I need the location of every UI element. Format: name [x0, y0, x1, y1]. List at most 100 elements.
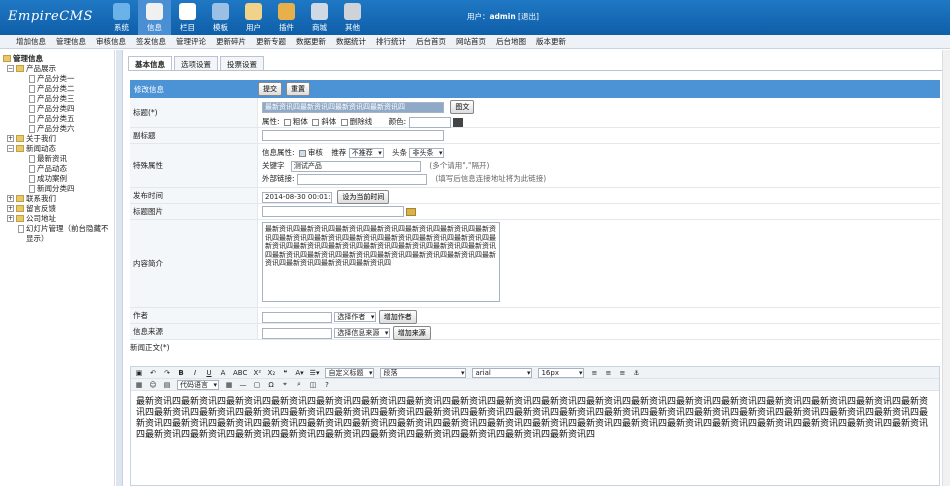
- topnav-7[interactable]: 其他: [336, 0, 369, 35]
- menu-item[interactable]: 增加信息: [16, 36, 46, 47]
- author-select[interactable]: 选择作者: [334, 312, 377, 322]
- menu-item[interactable]: 数据更新: [296, 36, 326, 47]
- tree-node[interactable]: 新闻分类四: [3, 184, 111, 194]
- topnav-5[interactable]: 插件: [270, 0, 303, 35]
- audit-checkbox[interactable]: [298, 149, 306, 157]
- italic-checkbox[interactable]: [312, 118, 320, 126]
- keywords-input[interactable]: 测试产品: [290, 160, 421, 172]
- strike-checkbox[interactable]: [340, 118, 348, 126]
- picture-text-button[interactable]: 图文: [450, 100, 475, 114]
- tab-options[interactable]: 选项设置: [174, 56, 218, 70]
- undo-icon[interactable]: ↶: [149, 369, 157, 377]
- reset-button[interactable]: 重置: [286, 82, 310, 96]
- tree-node[interactable]: − 新闻动态: [3, 144, 111, 154]
- align-center-icon[interactable]: ≡: [604, 369, 612, 377]
- topnav-4[interactable]: 用户: [237, 0, 270, 35]
- tab-vote[interactable]: 投票设置: [220, 56, 264, 70]
- tree-node[interactable]: 产品分类一: [3, 74, 111, 84]
- tree-node[interactable]: + 联系我们: [3, 194, 111, 204]
- menu-item[interactable]: 更新专题: [256, 36, 286, 47]
- topnav-0[interactable]: 系统: [105, 0, 138, 35]
- menu-item[interactable]: 审核信息: [96, 36, 126, 47]
- tree-node[interactable]: 产品动态: [3, 164, 111, 174]
- paragraph-select[interactable]: 段落: [380, 367, 467, 378]
- expand-icon[interactable]: +: [7, 195, 14, 202]
- tree-node[interactable]: 幻灯片管理（前台隐藏不显示）: [3, 224, 111, 244]
- menu-item[interactable]: 后台地图: [496, 36, 526, 47]
- table-icon[interactable]: ▦: [225, 381, 233, 389]
- align-left-icon[interactable]: ≡: [590, 369, 598, 377]
- subscript-icon[interactable]: X₂: [267, 369, 276, 377]
- set-now-button[interactable]: 设为当前时间: [337, 190, 390, 204]
- expand-icon[interactable]: −: [7, 65, 14, 72]
- image-icon[interactable]: ▦: [135, 381, 143, 389]
- menu-item[interactable]: 后台首页: [416, 36, 446, 47]
- add-author-button[interactable]: 增加作者: [378, 310, 417, 324]
- expand-icon[interactable]: +: [7, 135, 14, 142]
- topnav-2[interactable]: 栏目: [171, 0, 204, 35]
- logout-link[interactable]: [退出]: [518, 12, 539, 21]
- tree-node[interactable]: 产品分类四: [3, 104, 111, 114]
- expand-icon[interactable]: +: [7, 215, 14, 222]
- preview-icon[interactable]: ◫: [309, 381, 317, 389]
- topnav-6[interactable]: 商城: [303, 0, 336, 35]
- topnav-1[interactable]: 信息: [138, 0, 171, 35]
- menu-item[interactable]: 排行统计: [376, 36, 406, 47]
- menu-item[interactable]: 网站首页: [456, 36, 486, 47]
- tree-node[interactable]: 产品分类三: [3, 94, 111, 104]
- size-select[interactable]: 16px: [538, 367, 585, 378]
- italic-icon[interactable]: I: [191, 369, 199, 377]
- quote-icon[interactable]: ❝: [281, 369, 289, 377]
- code-select[interactable]: 代码语言: [177, 379, 219, 390]
- page-scrollbar[interactable]: [942, 50, 950, 486]
- tree-node[interactable]: 产品分类六: [3, 124, 111, 134]
- tree-node[interactable]: − 产品展示: [3, 64, 111, 74]
- topnav-3[interactable]: 模板: [204, 0, 237, 35]
- search-icon[interactable]: ⌕: [295, 380, 303, 389]
- tree-node[interactable]: + 关于我们: [3, 134, 111, 144]
- link-input[interactable]: [296, 173, 427, 185]
- tree-node[interactable]: 最新资讯: [3, 154, 111, 164]
- menu-item[interactable]: 版本更新: [536, 36, 566, 47]
- recommend-select[interactable]: 不推荐: [348, 148, 384, 158]
- date-icon[interactable]: ▢: [253, 381, 261, 389]
- author-input[interactable]: [262, 311, 332, 323]
- time-input[interactable]: 2014-08-30 00:01:22: [262, 191, 332, 203]
- hr-icon[interactable]: —: [239, 381, 247, 389]
- tab-basic[interactable]: 基本信息: [128, 56, 172, 70]
- add-source-button[interactable]: 增加来源: [392, 326, 431, 340]
- font-select[interactable]: arial: [472, 367, 533, 378]
- subtitle-input[interactable]: [262, 130, 444, 141]
- color-input[interactable]: [408, 116, 451, 128]
- tree-node[interactable]: + 留言反馈: [3, 204, 111, 214]
- map-icon[interactable]: ⌖: [281, 380, 289, 389]
- menu-item[interactable]: 管理信息: [56, 36, 86, 47]
- source-select[interactable]: 选择信息来源: [334, 328, 391, 338]
- special-char-icon[interactable]: Ω: [267, 381, 275, 389]
- source-input[interactable]: [262, 327, 332, 339]
- list-icon[interactable]: ☰▾: [310, 369, 320, 377]
- headline-select[interactable]: 非头条: [409, 148, 445, 158]
- format-select[interactable]: 自定义标题: [325, 367, 375, 378]
- editor-content[interactable]: 最新资讯四最新资讯四最新资讯四最新资讯四最新资讯四最新资讯四最新资讯四最新资讯四…: [131, 391, 939, 447]
- border-icon[interactable]: A: [219, 369, 227, 377]
- font-color-icon[interactable]: A▾: [295, 369, 303, 377]
- submit-button[interactable]: 提交: [258, 82, 282, 96]
- emotion-icon[interactable]: ☺: [149, 381, 157, 389]
- expand-icon[interactable]: −: [7, 145, 14, 152]
- help-icon[interactable]: ?: [323, 381, 331, 389]
- image-upload-icon[interactable]: [406, 207, 417, 216]
- menu-item[interactable]: 更新碎片: [216, 36, 246, 47]
- link-icon[interactable]: ⚓: [632, 369, 640, 377]
- tree-node[interactable]: 产品分类五: [3, 114, 111, 124]
- splitter[interactable]: [116, 50, 123, 486]
- menu-item[interactable]: 签发信息: [136, 36, 166, 47]
- menu-item[interactable]: 管理评论: [176, 36, 206, 47]
- tree-node[interactable]: 产品分类二: [3, 84, 111, 94]
- title-input[interactable]: 最新资讯四最新资讯四最新资讯四最新资讯四: [262, 101, 444, 113]
- menu-item[interactable]: 数据统计: [336, 36, 366, 47]
- superscript-icon[interactable]: X²: [253, 369, 262, 377]
- strike-icon[interactable]: ABC: [233, 369, 247, 377]
- expand-icon[interactable]: +: [7, 205, 14, 212]
- underline-icon[interactable]: U: [205, 369, 213, 377]
